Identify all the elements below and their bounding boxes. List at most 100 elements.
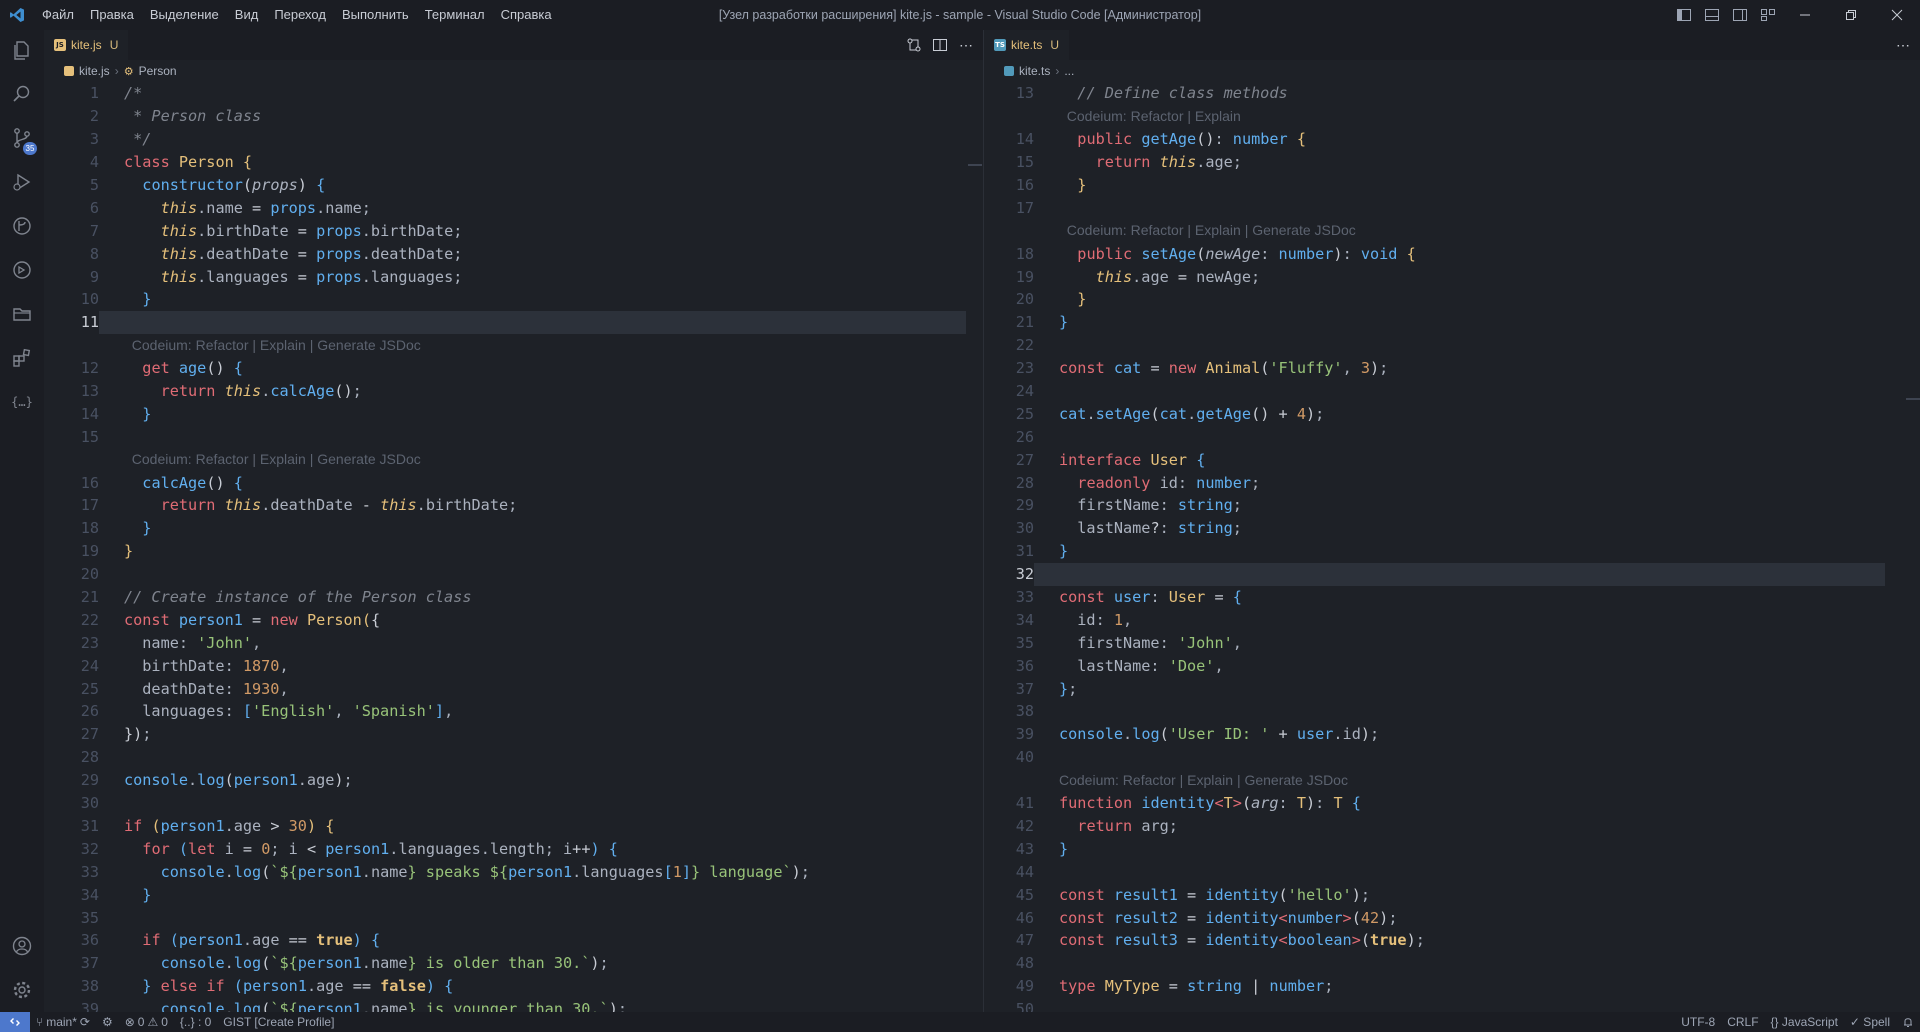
code-line: 31}: [984, 540, 1920, 563]
settings-gear-icon[interactable]: [0, 970, 44, 1010]
branch-status[interactable]: ⑂ main* ⟳: [30, 1015, 96, 1029]
gist-status[interactable]: GIST [Create Profile]: [217, 1015, 340, 1029]
line-number: 13: [80, 382, 99, 401]
codeium-code-lens[interactable]: Codeium: Refactor | Explain | Generate J…: [984, 769, 1920, 792]
code-line: 50: [984, 998, 1920, 1012]
line-number: 25: [80, 679, 99, 698]
tab-kite-js[interactable]: JS kite.js U: [44, 30, 129, 60]
extensions-icon[interactable]: [0, 338, 44, 378]
code-line: 24: [984, 380, 1920, 403]
ts-file-icon: TS: [994, 39, 1006, 51]
codeium-code-lens[interactable]: Codeium: Refactor | Explain | Generate J…: [44, 334, 983, 357]
more-actions-icon[interactable]: ⋯: [1892, 34, 1914, 56]
menu-go[interactable]: Переход: [266, 0, 334, 30]
code-line: 45 const result1 = identity('hello');: [984, 883, 1920, 906]
search-icon[interactable]: [0, 74, 44, 114]
code-text: }: [124, 542, 134, 561]
toggle-primary-sidebar-icon[interactable]: [1670, 0, 1698, 30]
line-number: 30: [1015, 519, 1034, 538]
debug-status-icon[interactable]: ⚙: [96, 1015, 119, 1029]
code-line: 13 // Define class methods: [984, 82, 1920, 105]
more-actions-icon[interactable]: ⋯: [955, 34, 977, 56]
notifications-bell-icon[interactable]: [1896, 1016, 1920, 1028]
menu-view[interactable]: Вид: [227, 0, 267, 30]
line-number: 8: [89, 244, 99, 263]
close-icon[interactable]: [1874, 0, 1920, 30]
code-text: this.languages = props.languages;: [160, 267, 463, 286]
eol-status[interactable]: CRLF: [1721, 1015, 1764, 1029]
code-editor[interactable]: 1/* 2 * Person class 3 */4 class Person {5 …: [44, 82, 983, 1012]
breadcrumb-symbol[interactable]: Person: [139, 64, 177, 78]
source-control-icon[interactable]: 35: [0, 118, 44, 158]
remote-explorer-icon[interactable]: [0, 250, 44, 290]
menu-edit[interactable]: Правка: [82, 0, 142, 30]
restore-icon[interactable]: [1828, 0, 1874, 30]
spell-status[interactable]: ✓ Spell: [1844, 1015, 1896, 1029]
code-line: 24 birthDate: 1870,: [44, 654, 983, 677]
tab-kite-ts[interactable]: TS kite.ts U: [984, 30, 1070, 60]
code-line: 4 class Person {: [44, 151, 983, 174]
remote-indicator-icon[interactable]: [0, 1012, 30, 1032]
code-line: 7 this.birthDate = props.birthDate;: [44, 219, 983, 242]
code-line: 44: [984, 860, 1920, 883]
code-text: readonly id: number;: [1077, 473, 1261, 492]
code-text: calcAge() {: [142, 473, 243, 492]
explorer-icon[interactable]: [0, 30, 44, 70]
menu-terminal[interactable]: Терминал: [417, 0, 493, 30]
code-line: 40: [984, 746, 1920, 769]
code-line: 8 this.deathDate = props.deathDate;: [44, 242, 983, 265]
menu-help[interactable]: Справка: [493, 0, 560, 30]
folder-icon[interactable]: [0, 294, 44, 334]
title-actions: [1670, 0, 1920, 30]
code-text: const result1 = identity('hello');: [1059, 885, 1370, 904]
breadcrumb: kite.js › ⚙ Person: [44, 60, 983, 82]
line-number: 4: [89, 153, 99, 172]
code-line: 23 name: 'John',: [44, 631, 983, 654]
git-graph-icon[interactable]: [0, 206, 44, 246]
status-bar: ⑂ main* ⟳ ⚙ ⊗ 0 ⚠ 0 {..} : 0 GIST [Creat…: [0, 1012, 1920, 1032]
code-text: const user: User = {: [1059, 588, 1242, 607]
menu-run[interactable]: Выполнить: [334, 0, 417, 30]
codeium-code-lens[interactable]: Codeium: Refactor | Explain | Generate J…: [984, 219, 1920, 242]
code-text: for (let i = 0; i < person1.languages.le…: [142, 839, 618, 858]
open-changes-icon[interactable]: [903, 34, 925, 56]
line-number: 22: [1015, 336, 1034, 355]
selection-status[interactable]: {..} : 0: [174, 1015, 217, 1029]
code-line: 33 const user: User = {: [984, 586, 1920, 609]
code-line: 21}: [984, 311, 1920, 334]
code-line: 18 public setAge(newAge: number): void {: [984, 242, 1920, 265]
code-line: 2 * Person class: [44, 105, 983, 128]
minimize-icon[interactable]: [1782, 0, 1828, 30]
codeium-code-lens[interactable]: Codeium: Refactor | Explain | Generate J…: [44, 448, 983, 471]
code-editor[interactable]: 13 // Define class methods Codeium: Refa…: [984, 82, 1920, 1012]
split-editor-icon[interactable]: [929, 34, 951, 56]
language-mode-status[interactable]: {} JavaScript: [1765, 1015, 1844, 1029]
breadcrumb-symbol[interactable]: ...: [1064, 64, 1074, 78]
toggle-panel-icon[interactable]: [1698, 0, 1726, 30]
code-text: console.log(`${person1.name} is younger …: [160, 1000, 627, 1012]
code-line: 25 deathDate: 1930,: [44, 677, 983, 700]
encoding-status[interactable]: UTF-8: [1675, 1015, 1721, 1029]
line-number: 39: [80, 1000, 99, 1012]
json-braces-icon[interactable]: {…}: [0, 382, 44, 422]
customize-layout-icon[interactable]: [1754, 0, 1782, 30]
run-debug-icon[interactable]: [0, 162, 44, 202]
menu-selection[interactable]: Выделение: [142, 0, 227, 30]
code-line: 48: [984, 952, 1920, 975]
code-text: }: [1059, 839, 1069, 858]
line-number: 26: [80, 702, 99, 721]
code-line: 36 lastName: 'Doe',: [984, 654, 1920, 677]
codeium-code-lens[interactable]: Codeium: Refactor | Explain: [984, 105, 1920, 128]
menu-file[interactable]: Файл: [34, 0, 82, 30]
breadcrumb-file[interactable]: kite.ts: [1019, 64, 1050, 78]
code-line: 5 constructor(props) {: [44, 174, 983, 197]
code-line: 15 return this.age;: [984, 151, 1920, 174]
accounts-icon[interactable]: [0, 926, 44, 966]
code-text: const result3 = identity<boolean>(true);: [1059, 931, 1425, 950]
code-text: deathDate: 1930,: [124, 679, 289, 698]
code-text: get age() {: [142, 359, 243, 378]
breadcrumb-file[interactable]: kite.js: [79, 64, 110, 78]
toggle-secondary-sidebar-icon[interactable]: [1726, 0, 1754, 30]
line-number: 24: [80, 656, 99, 675]
problems-status[interactable]: ⊗ 0 ⚠ 0: [119, 1015, 174, 1029]
